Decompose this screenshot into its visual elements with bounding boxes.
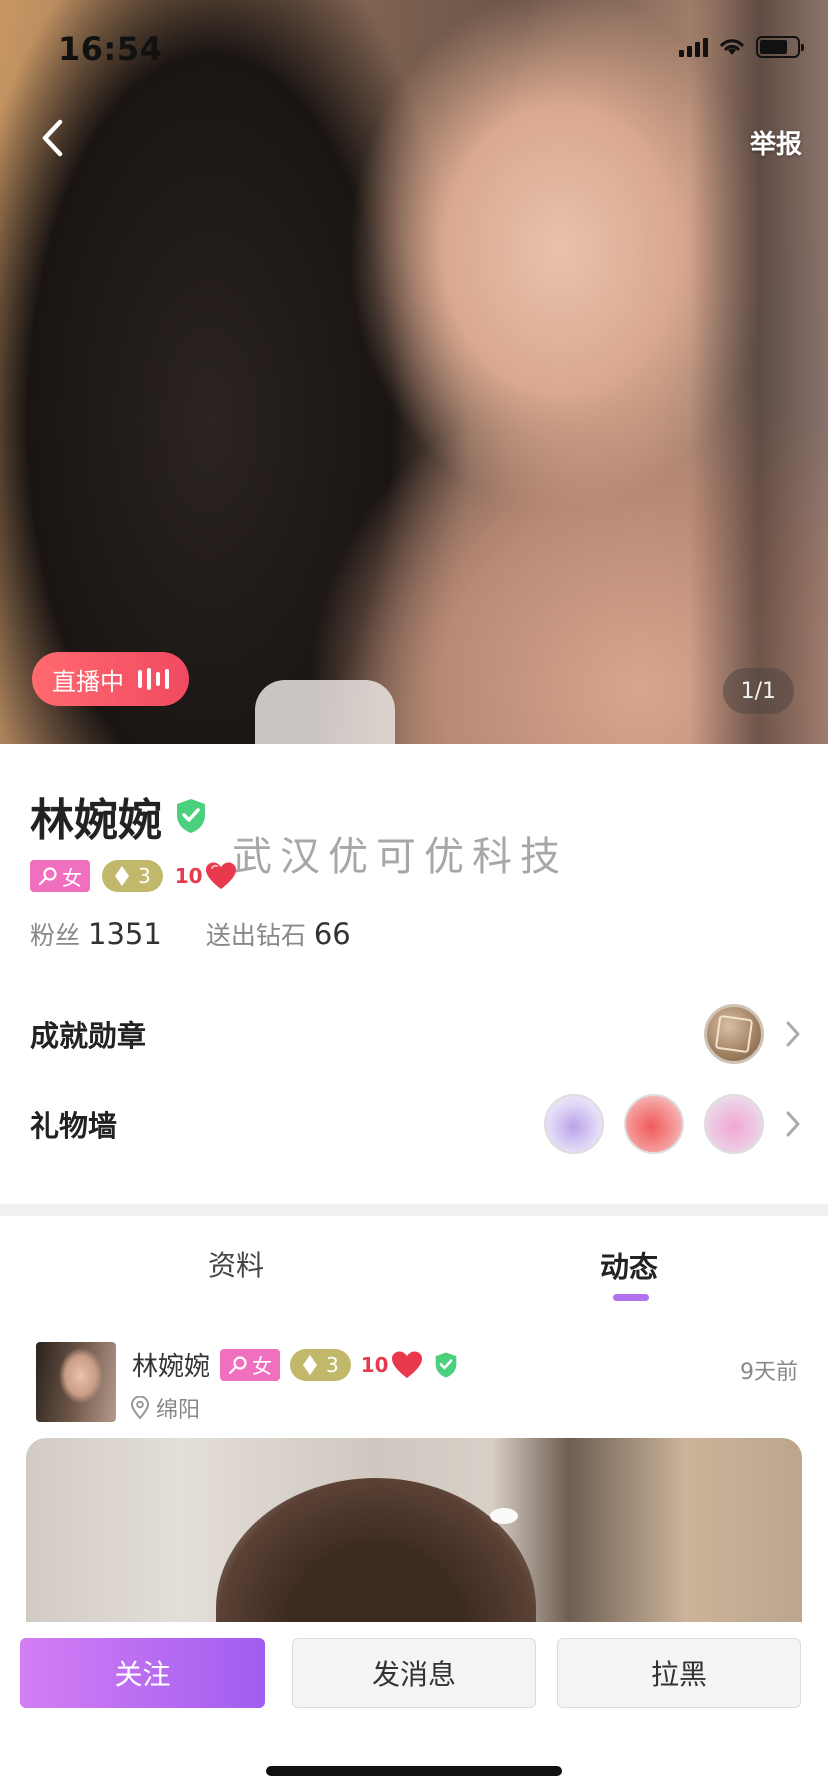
chevron-right-icon xyxy=(786,1111,800,1137)
achievements-title: 成就勋章 xyxy=(30,1019,147,1053)
gift-hearts-icon xyxy=(624,1094,684,1154)
gender-label: 女 xyxy=(62,865,82,890)
photo-counter: 1/1 xyxy=(722,668,794,714)
post-image[interactable] xyxy=(26,1438,802,1638)
diamond-icon xyxy=(303,1354,318,1375)
gift-wall-row[interactable]: 礼物墙 xyxy=(30,1094,802,1154)
level-tag: 3 xyxy=(102,860,163,892)
tab-info[interactable]: 资料 xyxy=(208,1244,264,1284)
fans-stat[interactable]: 粉丝 1351 xyxy=(30,916,162,952)
photo-detail xyxy=(216,1478,536,1638)
diamonds-label: 送出钻石 xyxy=(205,921,306,950)
fans-label: 粉丝 xyxy=(30,921,81,950)
gender-female-icon xyxy=(38,867,57,886)
achievements-row[interactable]: 成就勋章 xyxy=(30,1004,802,1064)
photo-detail xyxy=(690,0,828,744)
level-value: 3 xyxy=(138,864,151,888)
live-label: 直播中 xyxy=(52,667,124,696)
post-author-row: 林婉婉 女 3 10 xyxy=(132,1346,459,1383)
heart-icon xyxy=(391,1351,422,1378)
post-location-label: 绵阳 xyxy=(156,1398,201,1423)
verified-shield-icon xyxy=(435,1351,456,1378)
avatar[interactable] xyxy=(36,1342,116,1422)
back-arrow-icon xyxy=(42,119,63,157)
medal-badge-icon xyxy=(704,1004,764,1064)
send-message-button[interactable]: 发消息 xyxy=(292,1638,536,1708)
status-bar: 16:54 xyxy=(0,0,828,100)
fans-count: 1351 xyxy=(88,917,162,951)
stats-row: 粉丝 1351 送出钻石 66 xyxy=(30,916,351,952)
name-row: 林婉婉 xyxy=(30,784,208,848)
diamonds-count: 66 xyxy=(313,917,351,951)
signal-icon xyxy=(679,37,708,57)
profile-tabs: 资料 动态 xyxy=(0,1216,828,1316)
wifi-icon xyxy=(720,39,744,55)
gender-tag: 女 xyxy=(220,1348,281,1381)
bottom-action-bar: 关注 发消息 拉黑 xyxy=(0,1622,828,1792)
home-indicator[interactable] xyxy=(266,1766,562,1776)
photo-detail xyxy=(255,680,395,744)
report-button[interactable]: 举报 xyxy=(750,124,802,161)
location-pin-icon xyxy=(130,1396,150,1420)
battery-icon xyxy=(756,36,804,58)
heart-level-value: 10 xyxy=(360,1352,389,1377)
achievements-preview xyxy=(704,1004,802,1064)
status-time: 16:54 xyxy=(58,30,163,68)
level-value: 3 xyxy=(326,1352,339,1377)
heart-level-value: 10 xyxy=(174,864,203,888)
live-status-badge[interactable]: 直播中 xyxy=(32,652,189,706)
active-tab-indicator xyxy=(613,1294,649,1301)
photo-detail xyxy=(490,1508,518,1524)
heart-level-tag: 10 xyxy=(361,1350,423,1380)
verified-shield-icon xyxy=(177,799,205,833)
chevron-right-icon xyxy=(786,1021,800,1047)
gift-wall-preview xyxy=(544,1094,802,1154)
tags-row: 女 3 10 xyxy=(30,860,237,892)
level-tag: 3 xyxy=(290,1348,351,1381)
profile-cover-photo[interactable]: 16:54 举报 直播中 1/1 xyxy=(0,0,828,744)
live-bars-icon xyxy=(138,668,169,690)
heart-level-tag: 10 xyxy=(175,861,237,891)
profile-name: 林婉婉 xyxy=(30,795,162,846)
diamonds-stat: 送出钻石 66 xyxy=(206,916,351,952)
post-time: 9天前 xyxy=(740,1360,798,1385)
post-location: 绵阳 xyxy=(130,1392,200,1424)
watermark: 武汉优可优科技 xyxy=(232,834,568,880)
section-divider xyxy=(0,1204,828,1216)
gender-tag: 女 xyxy=(30,860,90,892)
gender-label: 女 xyxy=(252,1354,273,1378)
gift-crystal-ball-icon xyxy=(544,1094,604,1154)
block-button[interactable]: 拉黑 xyxy=(557,1638,801,1708)
gift-flowers-icon xyxy=(704,1094,764,1154)
gender-female-icon xyxy=(228,1355,247,1374)
gift-wall-title: 礼物墙 xyxy=(30,1109,118,1143)
status-icons xyxy=(679,36,804,58)
diamond-icon xyxy=(115,866,129,886)
post-author-name: 林婉婉 xyxy=(132,1352,211,1382)
back-button[interactable] xyxy=(30,110,74,166)
follow-button[interactable]: 关注 xyxy=(20,1638,265,1708)
tab-feed[interactable]: 动态 xyxy=(600,1244,658,1286)
heart-icon xyxy=(205,862,236,889)
